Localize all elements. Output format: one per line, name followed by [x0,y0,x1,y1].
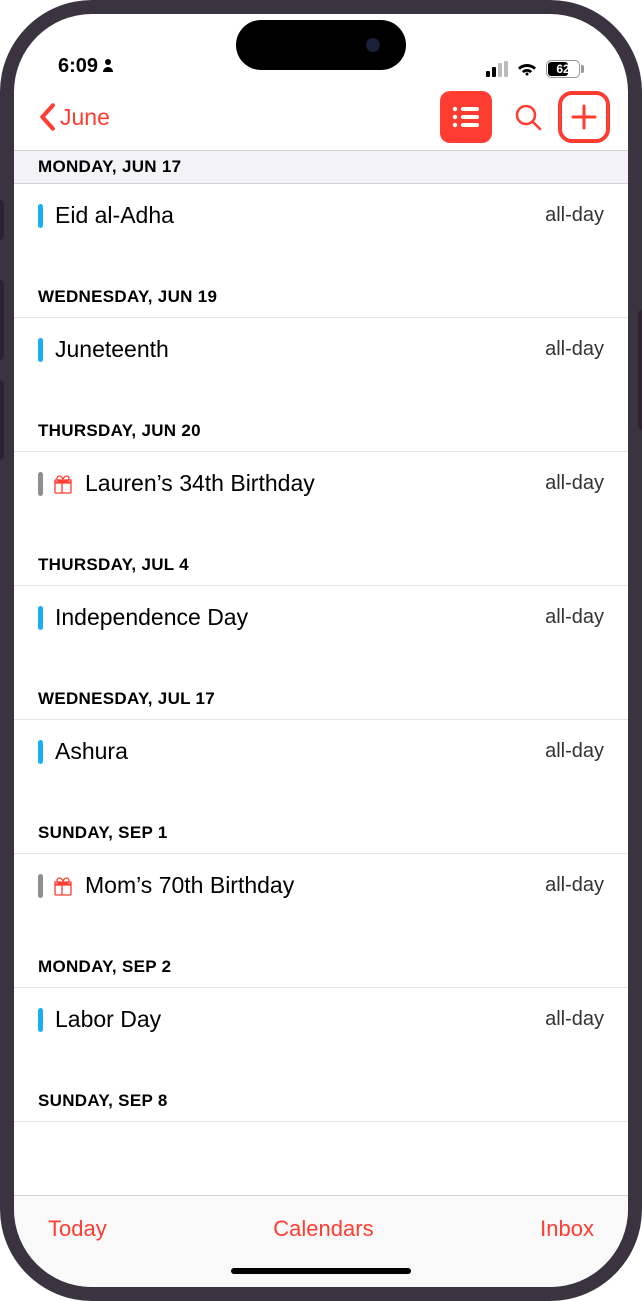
event-row[interactable]: Mom’s 70th Birthday all-day [14,854,628,917]
event-row[interactable]: Independence Day all-day [14,586,628,649]
calendar-color-dot [38,338,43,362]
event-title: Mom’s 70th Birthday [85,872,533,899]
list-icon [451,105,481,129]
event-time: all-day [545,472,604,495]
power-button [638,310,642,430]
event-row[interactable]: Eid al-Adha all-day [14,184,628,247]
volume-down-button [0,380,4,460]
day-header: MONDAY, JUN 17 [14,150,628,184]
calendar-color-dot [38,606,43,630]
day-header: SUNDAY, SEP 1 [14,783,628,854]
add-event-button[interactable] [558,91,610,143]
calendar-color-dot [38,472,43,496]
day-header: WEDNESDAY, JUL 17 [14,649,628,720]
calendar-color-dot [38,740,43,764]
event-row[interactable]: Juneteenth all-day [14,318,628,381]
event-time: all-day [545,204,604,227]
event-title: Labor Day [55,1006,533,1033]
user-proximity-icon [102,58,114,75]
battery-indicator: 62 [546,60,584,78]
events-list[interactable]: MONDAY, JUN 17 Eid al-Adha all-day WEDNESDA… [14,150,628,1195]
cellular-signal-icon [486,61,508,77]
battery-percent: 62 [556,62,569,76]
search-icon [513,102,543,132]
event-title: Independence Day [55,604,533,631]
back-button[interactable]: June [38,103,110,131]
day-header: THURSDAY, JUN 20 [14,381,628,452]
event-title: Lauren’s 34th Birthday [85,470,533,497]
calendar-color-dot [38,1008,43,1032]
event-time: all-day [545,874,604,897]
wifi-icon [516,61,538,77]
toolbar-today[interactable]: Today [48,1216,107,1242]
gift-icon [53,876,73,896]
day-header: WEDNESDAY, JUN 19 [14,247,628,318]
status-right: 62 [486,60,584,78]
event-row[interactable]: Lauren’s 34th Birthday all-day [14,452,628,515]
calendar-color-dot [38,204,43,228]
event-title: Eid al-Adha [55,202,533,229]
event-row[interactable]: Ashura all-day [14,720,628,783]
event-title: Juneteenth [55,336,533,363]
day-header: SUNDAY, SEP 8 [14,1051,628,1122]
event-time: all-day [545,606,604,629]
status-time: 6:09 [58,55,98,78]
event-time: all-day [545,740,604,763]
bottom-toolbar: Today Calendars Inbox [14,1195,628,1255]
list-view-button[interactable] [440,91,492,143]
toolbar-calendars[interactable]: Calendars [273,1216,373,1242]
plus-icon [569,102,599,132]
gift-icon [53,474,73,494]
event-title: Ashura [55,738,533,765]
back-label: June [60,104,110,131]
dynamic-island [236,20,406,70]
event-time: all-day [545,1008,604,1031]
silent-switch [0,200,4,240]
nav-bar: June [14,84,628,150]
search-button[interactable] [502,91,554,143]
day-header: THURSDAY, JUL 4 [14,515,628,586]
toolbar-inbox[interactable]: Inbox [540,1216,594,1242]
event-row[interactable]: Labor Day all-day [14,988,628,1051]
calendar-color-dot [38,874,43,898]
volume-up-button [0,280,4,360]
day-header: MONDAY, SEP 2 [14,917,628,988]
event-time: all-day [545,338,604,361]
chevron-left-icon [38,103,56,131]
status-left: 6:09 [58,55,114,78]
screen: 6:09 62 [14,14,628,1287]
home-indicator[interactable] [14,1255,628,1287]
phone-frame: 6:09 62 [0,0,642,1301]
